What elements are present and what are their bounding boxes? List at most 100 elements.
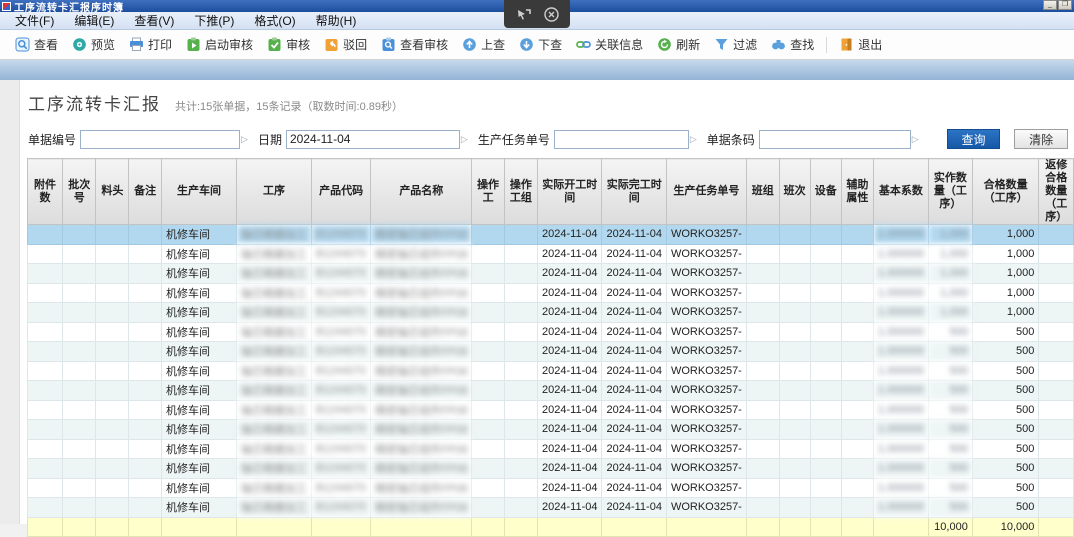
cell-coef: 1.000000 — [873, 244, 928, 264]
column-header-worker[interactable]: 操作工 — [472, 159, 504, 225]
cell-aux — [841, 342, 873, 362]
menu-item-5[interactable]: 帮助(H) — [307, 11, 366, 30]
search-button[interactable]: 查询 — [947, 129, 1001, 149]
column-header-shift[interactable]: 班次 — [779, 159, 810, 225]
column-header-order[interactable]: 生产任务单号 — [666, 159, 746, 225]
table-row[interactable]: 机修车间轴芯精磨加工B1244070精密轴芯组件FP082024-11-0420… — [28, 283, 1074, 303]
table-row[interactable]: 机修车间轴芯精磨加工B1244070精密轴芯组件FP082024-11-0420… — [28, 244, 1074, 264]
clear-button[interactable]: 清除 — [1014, 129, 1068, 149]
lookup-arrow-icon[interactable]: ▷ — [241, 134, 248, 145]
column-header-wgroup[interactable]: 操作工组 — [504, 159, 537, 225]
menu-item-2[interactable]: 查看(V) — [125, 11, 183, 30]
table-row[interactable]: 机修车间轴芯精磨加工B1244070精密轴芯组件FP082024-11-0420… — [28, 400, 1074, 420]
cell-coef: 1.000000 — [873, 225, 928, 245]
lookup-arrow-icon[interactable]: ▷ — [912, 134, 919, 145]
filter-input-1[interactable] — [286, 130, 460, 149]
page-title: 工序流转卡汇报 — [28, 90, 161, 115]
toolbar-button-0[interactable]: 查看 — [8, 33, 65, 56]
cell-head — [96, 498, 129, 518]
toolbar-button-3[interactable]: 启动审核 — [179, 33, 260, 56]
table-row[interactable]: 机修车间轴芯精磨加工B1244070精密轴芯组件FP082024-11-0420… — [28, 478, 1074, 498]
toolbar-button-12[interactable]: 查找 — [764, 33, 821, 56]
toolbar-button-7[interactable]: 上查 — [455, 33, 512, 56]
cell-remark — [129, 322, 162, 342]
table-row[interactable]: 机修车间轴芯精磨加工B1244070精密轴芯组件FP082024-11-0420… — [28, 303, 1074, 323]
cell-actual: 500 — [928, 381, 972, 401]
table-row[interactable]: 机修车间轴芯精磨加工B1244070精密轴芯组件FP082024-11-0420… — [28, 439, 1074, 459]
cell-aux — [841, 400, 873, 420]
toolbar-button-13[interactable]: 退出 — [832, 33, 889, 56]
menu-item-4[interactable]: 格式(O) — [245, 11, 304, 30]
column-header-actual[interactable]: 实作数量（工序） — [928, 159, 972, 225]
column-header-workshop[interactable]: 生产车间 — [162, 159, 237, 225]
cell-remark — [129, 400, 162, 420]
toolbar-button-label: 关联信息 — [595, 36, 643, 53]
menu-item-3[interactable]: 下推(P) — [185, 11, 243, 30]
column-header-aux[interactable]: 辅助属性 — [841, 159, 873, 225]
close-icon[interactable] — [544, 7, 559, 22]
column-header-passed[interactable]: 合格数量（工序） — [972, 159, 1039, 225]
cell-workshop: 机修车间 — [162, 361, 237, 381]
cell-actual: 500 — [928, 439, 972, 459]
table-row[interactable]: 机修车间轴芯精磨加工B1244070精密轴芯组件FP082024-11-0420… — [28, 498, 1074, 518]
window-title: 工序流转卡汇报序时簿 — [14, 0, 124, 14]
cell-finish: 2024-11-04 — [602, 459, 666, 479]
restore-button[interactable]: ❐ — [1058, 0, 1072, 10]
cell-shift — [779, 439, 810, 459]
data-grid: 附件数批次号料头备注生产车间工序产品代码产品名称操作工操作工组实际开工时间实际完… — [27, 158, 1074, 537]
summary-cell-passed: 10,000 — [972, 517, 1039, 537]
toolbar-button-10[interactable]: 刷新 — [650, 33, 707, 56]
cell-worker — [472, 244, 504, 264]
cell-actual: 1,000 — [928, 283, 972, 303]
table-row[interactable]: 机修车间轴芯精磨加工B1244070精密轴芯组件FP082024-11-0420… — [28, 420, 1074, 440]
filter-input-2[interactable] — [554, 130, 689, 149]
minimize-button[interactable]: _ — [1043, 0, 1057, 10]
cell-shift — [779, 420, 810, 440]
column-header-coef[interactable]: 基本系数 — [873, 159, 928, 225]
record-count-stats: 共计:15张单据，15条记录（取数时间:0.89秒） — [175, 98, 403, 114]
column-header-pcode[interactable]: 产品代码 — [312, 159, 371, 225]
cell-aux — [841, 420, 873, 440]
table-row[interactable]: 机修车间轴芯精磨加工B1244070精密轴芯组件FP082024-11-0420… — [28, 264, 1074, 284]
filter-input-0[interactable] — [80, 130, 240, 149]
toolbar-button-2[interactable]: 打印 — [122, 33, 179, 56]
table-row[interactable]: 机修车间轴芯精磨加工B1244070精密轴芯组件FP082024-11-0420… — [28, 225, 1074, 245]
toolbar-button-6[interactable]: 查看审核 — [374, 33, 455, 56]
column-header-head[interactable]: 料头 — [96, 159, 129, 225]
table-row[interactable]: 机修车间轴芯精磨加工B1244070精密轴芯组件FP082024-11-0420… — [28, 322, 1074, 342]
share-cursor-icon[interactable] — [516, 7, 532, 21]
column-header-remark[interactable]: 备注 — [129, 159, 162, 225]
toolbar-button-1[interactable]: 预览 — [65, 33, 122, 56]
toolbar-button-4[interactable]: 审核 — [260, 33, 317, 56]
column-header-batch[interactable]: 批次号 — [63, 159, 96, 225]
column-header-attach[interactable]: 附件数 — [28, 159, 63, 225]
menu-item-0[interactable]: 文件(F) — [6, 11, 63, 30]
cell-pcode: B1244070 — [312, 420, 371, 440]
column-header-start[interactable]: 实际开工时间 — [538, 159, 602, 225]
column-header-pname[interactable]: 产品名称 — [371, 159, 472, 225]
toolbar-button-11[interactable]: 过滤 — [707, 33, 764, 56]
column-header-rework[interactable]: 返修合格数量（工序） — [1039, 159, 1074, 225]
toolbar-button-9[interactable]: 关联信息 — [569, 33, 650, 56]
cell-remark — [129, 303, 162, 323]
column-header-finish[interactable]: 实际完工时间 — [602, 159, 666, 225]
column-header-process[interactable]: 工序 — [237, 159, 312, 225]
cell-batch — [63, 322, 96, 342]
column-header-team[interactable]: 班组 — [746, 159, 779, 225]
cell-pname: 精密轴芯组件FP08 — [371, 361, 472, 381]
toolbar-button-label: 刷新 — [676, 36, 700, 53]
refresh-icon — [657, 37, 672, 52]
cell-remark — [129, 439, 162, 459]
column-header-device[interactable]: 设备 — [810, 159, 841, 225]
menu-item-1[interactable]: 编辑(E) — [65, 11, 123, 30]
lookup-arrow-icon[interactable]: ▷ — [461, 134, 468, 145]
table-row[interactable]: 机修车间轴芯精磨加工B1244070精密轴芯组件FP082024-11-0420… — [28, 459, 1074, 479]
table-row[interactable]: 机修车间轴芯精磨加工B1244070精密轴芯组件FP082024-11-0420… — [28, 361, 1074, 381]
filter-input-3[interactable] — [759, 130, 911, 149]
toolbar-button-5[interactable]: 驳回 — [317, 33, 374, 56]
table-row[interactable]: 机修车间轴芯精磨加工B1244070精密轴芯组件FP082024-11-0420… — [28, 381, 1074, 401]
toolbar-button-8[interactable]: 下查 — [512, 33, 569, 56]
table-row[interactable]: 机修车间轴芯精磨加工B1244070精密轴芯组件FP082024-11-0420… — [28, 342, 1074, 362]
lookup-arrow-icon[interactable]: ▷ — [690, 134, 697, 145]
cell-order: WORKO3257- — [666, 498, 746, 518]
